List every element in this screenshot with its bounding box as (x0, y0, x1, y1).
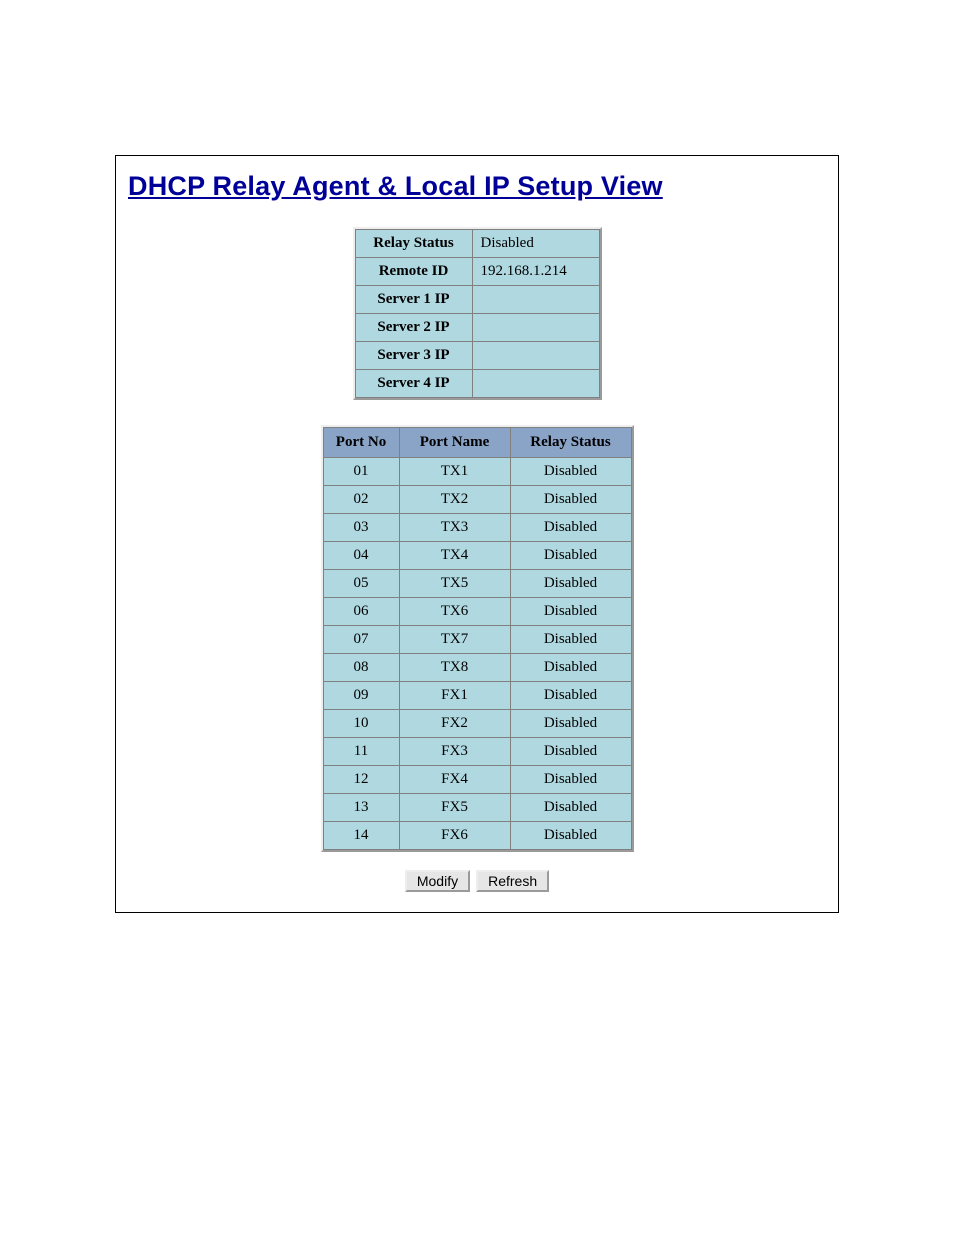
info-row-server4: Server 4 IP (356, 370, 599, 397)
port-no-cell: 02 (324, 486, 399, 513)
port-status-cell: Disabled (511, 486, 631, 513)
port-status-cell: Disabled (511, 542, 631, 569)
port-status-cell: Disabled (511, 682, 631, 709)
info-row-remote-id: Remote ID 192.168.1.214 (356, 258, 599, 285)
server3-label: Server 3 IP (356, 342, 472, 369)
port-no-cell: 05 (324, 570, 399, 597)
port-status-cell: Disabled (511, 654, 631, 681)
port-table: Port No Port Name Relay Status 01TX1Disa… (321, 425, 634, 852)
table-row: 13FX5Disabled (324, 794, 631, 821)
info-table: Relay Status Disabled Remote ID 192.168.… (353, 227, 602, 400)
info-row-server2: Server 2 IP (356, 314, 599, 341)
port-name-header: Port Name (400, 428, 510, 457)
port-status-cell: Disabled (511, 598, 631, 625)
remote-id-value: 192.168.1.214 (473, 258, 599, 285)
port-name-cell: TX7 (400, 626, 510, 653)
port-name-cell: FX5 (400, 794, 510, 821)
port-no-cell: 09 (324, 682, 399, 709)
port-no-cell: 11 (324, 738, 399, 765)
port-name-cell: FX6 (400, 822, 510, 849)
table-row: 02TX2Disabled (324, 486, 631, 513)
page-title: DHCP Relay Agent & Local IP Setup View (126, 171, 828, 202)
port-name-cell: FX4 (400, 766, 510, 793)
table-row: 10FX2Disabled (324, 710, 631, 737)
table-row: 09FX1Disabled (324, 682, 631, 709)
table-row: 08TX8Disabled (324, 654, 631, 681)
server1-label: Server 1 IP (356, 286, 472, 313)
port-no-cell: 06 (324, 598, 399, 625)
server3-value (473, 342, 599, 369)
relay-status-label: Relay Status (356, 230, 472, 257)
table-row: 03TX3Disabled (324, 514, 631, 541)
table-row: 04TX4Disabled (324, 542, 631, 569)
table-row: 07TX7Disabled (324, 626, 631, 653)
page-container: DHCP Relay Agent & Local IP Setup View R… (115, 155, 839, 913)
port-no-cell: 10 (324, 710, 399, 737)
port-no-cell: 07 (324, 626, 399, 653)
port-name-cell: TX3 (400, 514, 510, 541)
port-name-cell: FX2 (400, 710, 510, 737)
table-row: 11FX3Disabled (324, 738, 631, 765)
port-status-cell: Disabled (511, 794, 631, 821)
table-row: 06TX6Disabled (324, 598, 631, 625)
port-no-cell: 13 (324, 794, 399, 821)
port-name-cell: FX1 (400, 682, 510, 709)
server2-value (473, 314, 599, 341)
port-name-cell: TX2 (400, 486, 510, 513)
info-row-relay-status: Relay Status Disabled (356, 230, 599, 257)
port-status-cell: Disabled (511, 514, 631, 541)
port-name-cell: TX1 (400, 458, 510, 485)
server1-value (473, 286, 599, 313)
port-status-cell: Disabled (511, 738, 631, 765)
table-row: 01TX1Disabled (324, 458, 631, 485)
button-bar: Modify Refresh (126, 870, 828, 892)
refresh-button[interactable]: Refresh (476, 870, 549, 892)
relay-status-value: Disabled (473, 230, 599, 257)
port-table-header-row: Port No Port Name Relay Status (324, 428, 631, 457)
table-row: 14FX6Disabled (324, 822, 631, 849)
table-row: 05TX5Disabled (324, 570, 631, 597)
port-no-cell: 03 (324, 514, 399, 541)
port-name-cell: TX8 (400, 654, 510, 681)
port-name-cell: TX5 (400, 570, 510, 597)
remote-id-label: Remote ID (356, 258, 472, 285)
port-status-cell: Disabled (511, 766, 631, 793)
port-name-cell: FX3 (400, 738, 510, 765)
modify-button[interactable]: Modify (405, 870, 470, 892)
port-status-cell: Disabled (511, 822, 631, 849)
port-no-cell: 12 (324, 766, 399, 793)
relay-status-header: Relay Status (511, 428, 631, 457)
server4-value (473, 370, 599, 397)
info-row-server3: Server 3 IP (356, 342, 599, 369)
port-no-cell: 01 (324, 458, 399, 485)
port-status-cell: Disabled (511, 458, 631, 485)
port-name-cell: TX4 (400, 542, 510, 569)
port-no-cell: 08 (324, 654, 399, 681)
info-row-server1: Server 1 IP (356, 286, 599, 313)
port-no-cell: 14 (324, 822, 399, 849)
port-no-cell: 04 (324, 542, 399, 569)
table-row: 12FX4Disabled (324, 766, 631, 793)
port-name-cell: TX6 (400, 598, 510, 625)
port-no-header: Port No (324, 428, 399, 457)
port-status-cell: Disabled (511, 710, 631, 737)
server4-label: Server 4 IP (356, 370, 472, 397)
port-status-cell: Disabled (511, 570, 631, 597)
port-status-cell: Disabled (511, 626, 631, 653)
server2-label: Server 2 IP (356, 314, 472, 341)
